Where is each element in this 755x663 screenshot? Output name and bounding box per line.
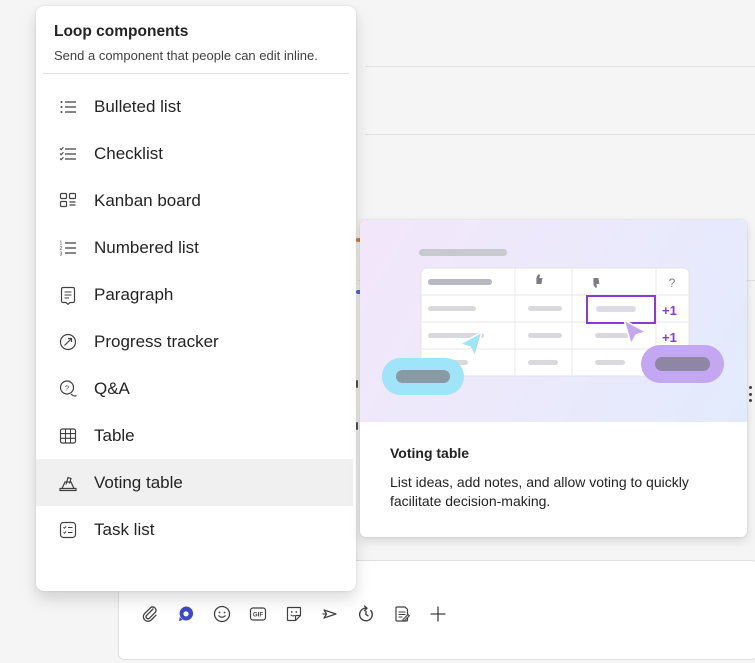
sticker-button[interactable]: [282, 602, 306, 626]
vote-badge: +1: [662, 303, 677, 318]
menu-list: Bulleted list Checklist Kanban board 123…: [36, 83, 356, 553]
more-options-icon[interactable]: [748, 386, 752, 402]
menu-divider: [43, 73, 349, 74]
attach-icon: [142, 606, 157, 622]
emoji-icon: [213, 605, 231, 623]
praise-button[interactable]: [318, 602, 342, 626]
menu-item-label: Kanban board: [94, 190, 201, 210]
progress-tracker-icon: [58, 332, 78, 352]
question-mark: ?: [669, 276, 676, 290]
checklist-icon: [58, 144, 78, 164]
preview-title: Voting table: [390, 445, 470, 461]
approvals-button[interactable]: [390, 602, 414, 626]
background-fragment: [356, 422, 358, 430]
menu-item-checklist[interactable]: Checklist: [36, 130, 356, 177]
qa-icon: ?: [58, 379, 78, 399]
menu-item-progress-tracker[interactable]: Progress tracker: [36, 318, 356, 365]
bulleted-list-icon: [58, 97, 78, 117]
menu-item-label: Checklist: [94, 143, 163, 163]
svg-text:?: ?: [65, 383, 69, 392]
menu-item-label: Task list: [94, 519, 155, 539]
voting-table-illustration: ? +1 +1: [360, 220, 747, 422]
emoji-button[interactable]: [210, 602, 234, 626]
voting-table-illustration-graphic: ? +1 +1: [382, 249, 724, 395]
preview-description: List ideas, add notes, and allow voting …: [390, 474, 689, 509]
voting-table-icon: [58, 473, 78, 493]
menu-item-bulleted-list[interactable]: Bulleted list: [36, 83, 356, 130]
vote-badge: +1: [662, 330, 677, 345]
divider: [365, 66, 755, 67]
gif-icon: GIF: [249, 607, 267, 621]
gif-button[interactable]: GIF: [246, 602, 270, 626]
divider: [365, 134, 755, 135]
menu-item-label: Voting table: [94, 472, 183, 492]
menu-title: Loop components: [54, 23, 189, 40]
numbered-list-icon: 123: [58, 238, 78, 258]
paragraph-icon: [58, 285, 78, 305]
task-list-icon: [58, 520, 78, 540]
menu-item-table[interactable]: Table: [36, 412, 356, 459]
kanban-board-icon: [58, 191, 78, 211]
sticker-icon: [286, 606, 302, 622]
approvals-icon: [395, 606, 411, 622]
schedule-button[interactable]: [354, 602, 378, 626]
add-button[interactable]: [426, 602, 450, 626]
menu-item-kanban-board[interactable]: Kanban board: [36, 177, 356, 224]
schedule-icon: [358, 605, 373, 622]
menu-item-label: Numbered list: [94, 237, 199, 257]
svg-text:GIF: GIF: [253, 612, 264, 619]
table-icon: [58, 426, 78, 446]
menu-item-task-list[interactable]: Task list: [36, 506, 356, 553]
loop-icon: [179, 606, 194, 621]
menu-item-label: Q&A: [94, 378, 130, 398]
menu-item-paragraph[interactable]: Paragraph: [36, 271, 356, 318]
add-icon: [430, 606, 446, 622]
menu-description: Send a component that people can edit in…: [54, 48, 318, 63]
loop-components-menu: Loop components Send a component that pe…: [36, 6, 356, 591]
menu-item-label: Bulleted list: [94, 96, 181, 116]
menu-item-label: Paragraph: [94, 284, 174, 304]
compose-toolbar: GIF: [138, 598, 450, 630]
menu-item-numbered-list[interactable]: 123 Numbered list: [36, 224, 356, 271]
svg-text:3: 3: [60, 251, 63, 257]
praise-icon: [322, 609, 337, 619]
menu-item-voting-table[interactable]: Voting table: [36, 459, 353, 506]
menu-item-label: Table: [94, 425, 135, 445]
menu-item-qa[interactable]: ? Q&A: [36, 365, 356, 412]
menu-item-label: Progress tracker: [94, 331, 219, 351]
attach-button[interactable]: [138, 602, 162, 626]
loop-button[interactable]: [174, 602, 198, 626]
background-fragment: [356, 380, 358, 388]
voting-table-preview-card: ? +1 +1 Voting table List ideas, add not…: [360, 220, 747, 537]
